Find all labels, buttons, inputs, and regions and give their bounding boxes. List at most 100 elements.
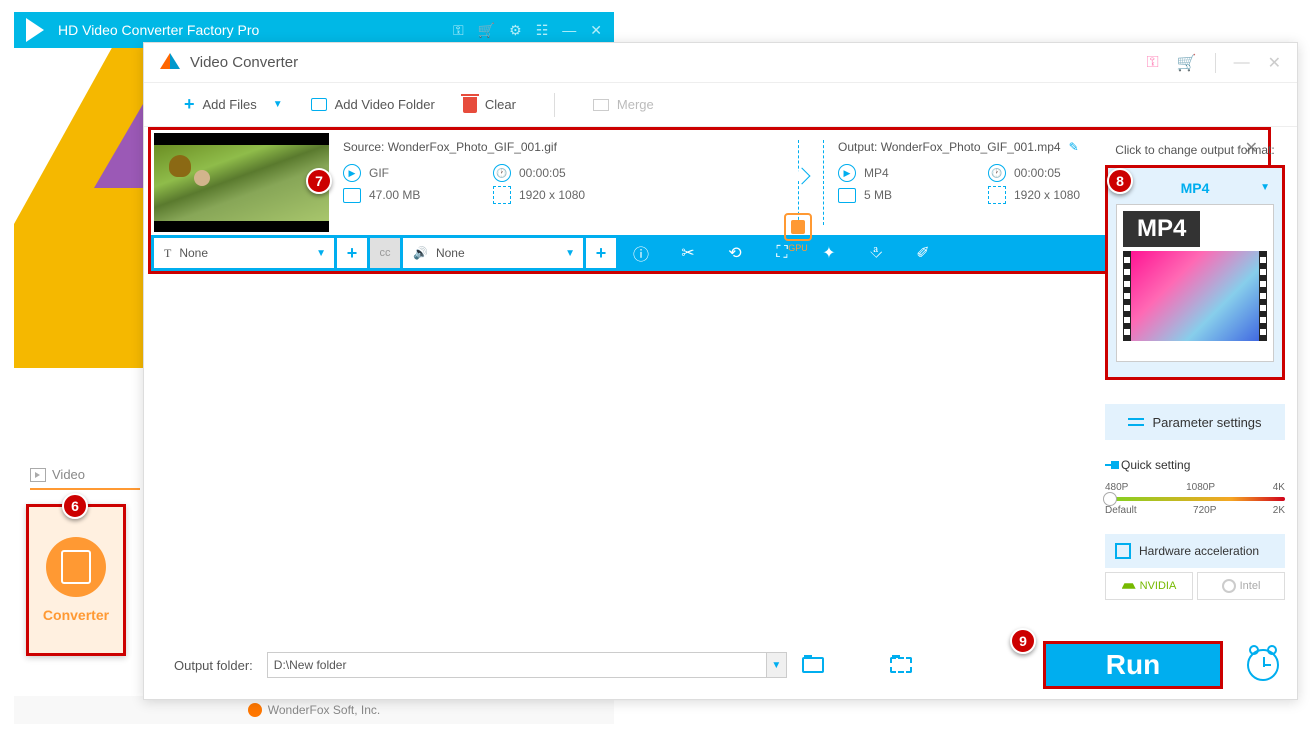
intel-label: Intel [1240, 580, 1261, 592]
resolution-icon [493, 186, 511, 204]
video-section-tab[interactable]: Video [30, 467, 140, 490]
merge-button: Merge [593, 97, 654, 112]
toolbar: + Add Files ▼ Add Video Folder Clear Mer… [144, 83, 1297, 127]
chevron-down-icon: ▼ [316, 248, 326, 259]
cart-icon[interactable]: 🛒 [1177, 53, 1197, 73]
main-titlebar: Video Converter ⚿ 🛒 — ✕ [144, 43, 1297, 83]
info-icon[interactable]: ⓘ [619, 235, 663, 271]
chevron-down-icon[interactable]: ▼ [766, 653, 786, 677]
folder-icon [311, 98, 327, 111]
key-icon[interactable]: ⚿ [1146, 54, 1158, 72]
watermark-icon[interactable]: ⎀ [854, 235, 898, 271]
edit-icon[interactable]: ✎ [1069, 140, 1079, 154]
callout-6: 6 [62, 493, 88, 519]
cut-icon[interactable]: ✂ [666, 235, 710, 271]
filesize-icon [838, 188, 856, 203]
output-format-selector[interactable]: MP4 ▼ MP4 [1105, 165, 1285, 380]
out-duration: 00:00:05 [1014, 166, 1061, 180]
callout-7: 7 [306, 168, 332, 194]
subtitle-value: None [179, 246, 208, 260]
parameter-settings-button[interactable]: Parameter settings [1105, 404, 1285, 440]
audio-value: None [436, 246, 465, 260]
gear-icon[interactable]: ⚙ [509, 22, 522, 39]
param-label: Parameter settings [1152, 415, 1261, 430]
format-preview: MP4 [1116, 204, 1274, 362]
merge-icon [593, 99, 609, 111]
open-folder-button[interactable] [889, 655, 913, 675]
output-folder-input[interactable]: D:\New folder ▼ [267, 652, 787, 678]
output-format-label: MP4 [1181, 180, 1210, 196]
chevron-down-icon: ▼ [1260, 182, 1270, 193]
hw-label: Hardware acceleration [1139, 544, 1259, 558]
clear-label: Clear [485, 97, 516, 112]
main-title: Video Converter [190, 54, 1146, 71]
cart-icon[interactable]: 🛒 [478, 22, 495, 39]
effects-icon[interactable]: ✦ [807, 235, 851, 271]
add-subtitle-button[interactable]: + [337, 238, 367, 268]
minimize-icon[interactable]: — [562, 22, 576, 38]
res-1080p: 1080P [1186, 482, 1215, 493]
chevron-down-icon: ▼ [565, 248, 575, 259]
src-size: 47.00 MB [369, 188, 420, 202]
gpu-badge: GPU [784, 213, 812, 253]
nvidia-button[interactable]: NVIDIA [1105, 572, 1193, 600]
out-size: 5 MB [864, 188, 892, 202]
src-resolution: 1920 x 1080 [519, 188, 585, 202]
chip-icon [1115, 543, 1131, 559]
video-thumbnail[interactable] [154, 133, 329, 232]
subtitle-select[interactable]: T None ▼ [154, 238, 334, 268]
run-label: Run [1106, 649, 1160, 681]
add-files-label: Add Files [203, 97, 257, 112]
output-folder-label: Output folder: [174, 658, 253, 673]
close-icon[interactable]: ✕ [1268, 53, 1281, 73]
browse-folder-button[interactable] [801, 655, 825, 675]
gpu-chip-icon [784, 213, 812, 241]
intel-logo-icon [1222, 579, 1236, 593]
key-icon[interactable]: ⚿ [453, 22, 464, 39]
quality-slider[interactable] [1105, 497, 1285, 501]
format-icon: ▶ [838, 164, 856, 182]
rotate-icon[interactable]: ⟲ [713, 235, 757, 271]
output-folder-path: D:\New folder [274, 658, 347, 672]
resolution-icon [988, 186, 1006, 204]
add-audio-button[interactable]: + [586, 238, 616, 268]
add-folder-button[interactable]: Add Video Folder [311, 97, 435, 112]
filesize-icon [343, 188, 361, 203]
video-section-label: Video [52, 467, 85, 482]
edit-pen-icon[interactable]: ✐ [901, 235, 945, 271]
app-logo-icon [26, 18, 50, 42]
clock-icon: 🕐 [493, 164, 511, 182]
slider-thumb[interactable] [1103, 492, 1117, 506]
minimize-icon[interactable]: — [1234, 54, 1250, 72]
intel-button[interactable]: Intel [1197, 572, 1285, 600]
gpu-label: GPU [784, 243, 812, 253]
add-files-button[interactable]: + Add Files ▼ [184, 94, 283, 115]
video-converter-window: Video Converter ⚿ 🛒 — ✕ + Add Files ▼ Ad… [143, 42, 1298, 700]
trash-icon [463, 97, 477, 113]
src-duration: 00:00:05 [519, 166, 566, 180]
list-icon[interactable]: ☷ [536, 22, 549, 39]
hardware-accel-button[interactable]: Hardware acceleration [1105, 534, 1285, 568]
audio-select[interactable]: 🔊 None ▼ [403, 238, 583, 268]
res-4k: 4K [1273, 482, 1285, 493]
chevron-down-icon[interactable]: ▼ [273, 99, 283, 110]
callout-8: 8 [1107, 168, 1133, 194]
converter-tile[interactable]: Converter [26, 504, 126, 656]
run-button[interactable]: Run [1043, 641, 1223, 689]
footer-text: WonderFox Soft, Inc. [268, 703, 381, 717]
main-logo-icon [160, 53, 180, 73]
res-default: Default [1105, 505, 1137, 516]
converter-label: Converter [43, 607, 109, 623]
mp4-badge: MP4 [1123, 211, 1200, 247]
add-folder-label: Add Video Folder [335, 97, 435, 112]
res-720p: 720P [1193, 505, 1216, 516]
res-2k: 2K [1273, 505, 1285, 516]
video-icon [30, 468, 46, 482]
close-icon[interactable]: ✕ [590, 22, 602, 39]
callout-9: 9 [1010, 628, 1036, 654]
footer-logo-icon [248, 703, 262, 717]
plus-icon: + [184, 94, 195, 115]
clear-button[interactable]: Clear [463, 97, 516, 113]
output-filename: Output: WonderFox_Photo_GIF_001.mp4 [838, 140, 1061, 154]
cc-button[interactable]: cc [370, 238, 400, 268]
